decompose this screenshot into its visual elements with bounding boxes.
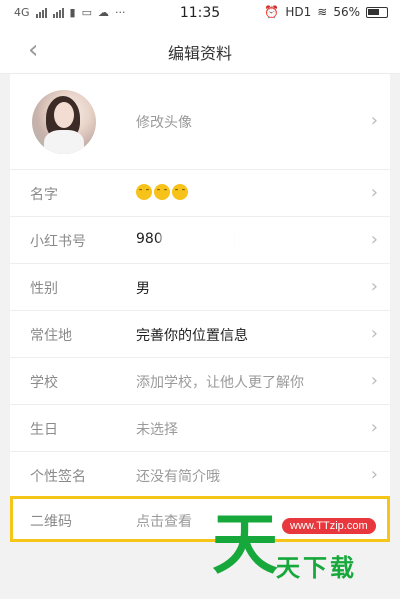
status-right: ⏰ HD1 ≋ 56% — [264, 5, 388, 19]
battery-icon — [366, 6, 388, 18]
screen: 4G ▮ ▭ ☁ ··· 11:35 ⏰ HD1 ≋ 56% ‹ 编辑资料 修改… — [0, 0, 400, 599]
chevron-right-icon: › — [370, 276, 378, 297]
row-gender-label: 性别 — [30, 281, 58, 297]
chevron-right-icon: › — [370, 464, 378, 485]
chevron-right-icon: › — [370, 370, 378, 391]
row-qrcode-label: 二维码 — [30, 514, 72, 530]
row-bio-label: 个性签名 — [30, 469, 86, 485]
battery-percent: 56% — [333, 5, 360, 19]
chevron-right-icon: › — [370, 323, 378, 344]
status-bar: 4G ▮ ▭ ☁ ··· 11:35 ⏰ HD1 ≋ 56% — [0, 0, 400, 28]
watermark-text: 天下载 — [276, 554, 357, 582]
row-location-value: 完善你的位置信息 — [136, 328, 248, 344]
chevron-right-icon: › — [370, 110, 378, 131]
row-location-label: 常住地 — [30, 328, 72, 344]
row-gender-value: 男 — [136, 281, 150, 297]
row-bio[interactable]: 个性签名 还没有简介哦 › — [10, 452, 390, 499]
row-birthday-label: 生日 — [30, 422, 58, 438]
avatar[interactable] — [32, 90, 96, 154]
row-id[interactable]: 小红书号 980 › — [10, 217, 390, 264]
smile-emoji-icon — [172, 184, 188, 200]
chevron-right-icon: › — [370, 229, 378, 250]
chevron-right-icon: › — [370, 182, 378, 203]
row-school-value: 添加学校，让他人更了解你 — [136, 375, 304, 391]
row-gender[interactable]: 性别 男 › — [10, 264, 390, 311]
nav-bar: ‹ 编辑资料 — [0, 28, 400, 74]
row-location[interactable]: 常住地 完善你的位置信息 › — [10, 311, 390, 358]
row-qrcode-value: 点击查看 — [136, 514, 192, 530]
hd-label: HD1 — [285, 5, 312, 19]
row-school-label: 学校 — [30, 375, 58, 391]
profile-list: 修改头像 › 名字 › 小红书号 980 › 性别 男 › 常住地 完善你的位置… — [10, 74, 390, 499]
wifi-icon: ≋ — [317, 5, 328, 19]
row-birthday[interactable]: 生日 未选择 › — [10, 405, 390, 452]
page-title: 编辑资料 — [167, 44, 232, 63]
change-avatar-label: 修改头像 — [136, 115, 192, 131]
row-name-label: 名字 — [30, 187, 58, 203]
smile-emoji-icon — [154, 184, 170, 200]
row-id-label: 小红书号 — [30, 234, 86, 250]
watermark-logo-char: 天 — [212, 506, 278, 583]
row-birthday-value: 未选择 — [136, 422, 178, 438]
smile-emoji-icon — [136, 184, 152, 200]
blur-mask — [160, 225, 250, 255]
row-id-value: 980 — [136, 231, 163, 247]
name-emoji-value — [136, 184, 190, 202]
watermark: 天 www.TTzip.com 天下载 — [212, 510, 392, 590]
avatar-row[interactable]: 修改头像 › — [10, 74, 390, 170]
row-name[interactable]: 名字 › — [10, 170, 390, 217]
avatar-body — [44, 130, 84, 154]
row-bio-value: 还没有简介哦 — [136, 469, 220, 485]
alarm-icon: ⏰ — [264, 5, 280, 19]
avatar-face — [54, 102, 74, 128]
watermark-url: www.TTzip.com — [282, 518, 376, 534]
chevron-right-icon: › — [370, 417, 378, 438]
row-school[interactable]: 学校 添加学校，让他人更了解你 › — [10, 358, 390, 405]
